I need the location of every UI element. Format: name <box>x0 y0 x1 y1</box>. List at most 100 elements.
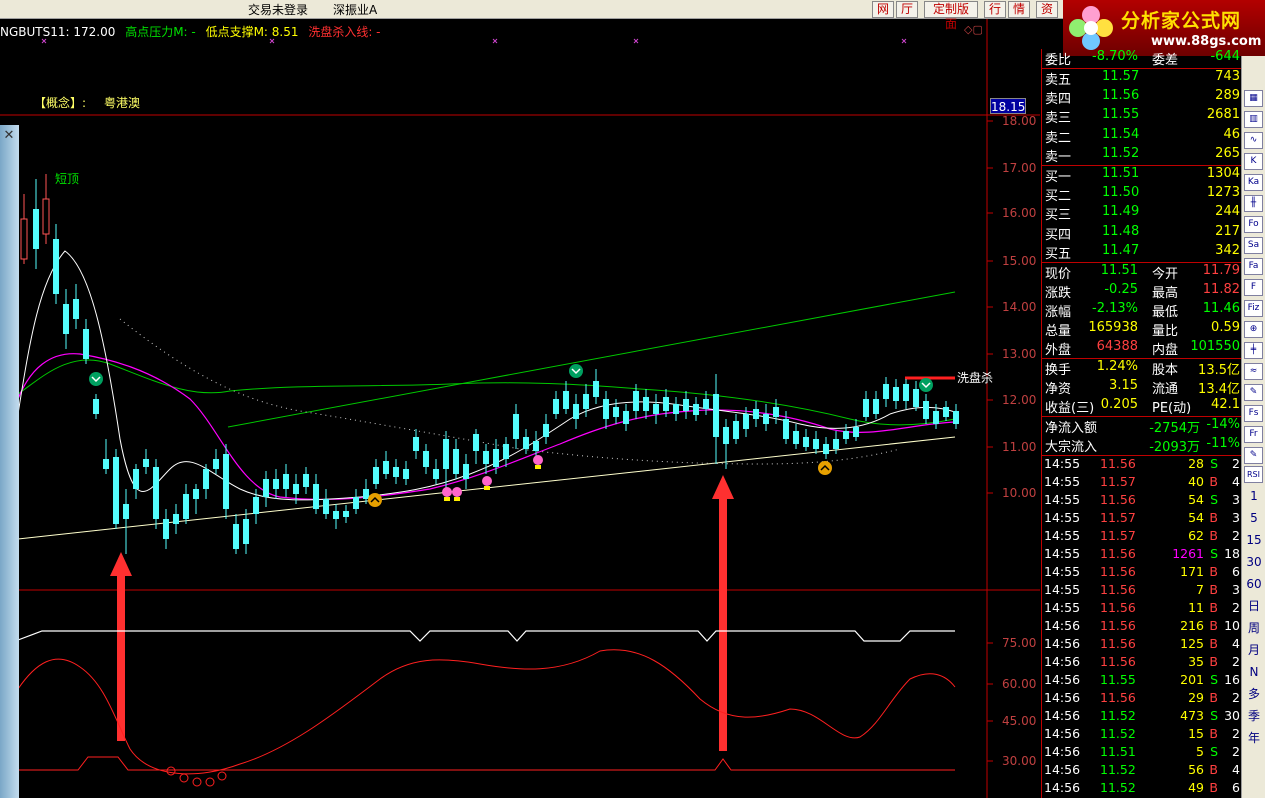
left-floating-panel[interactable]: ✕ <box>0 125 19 798</box>
candle-body <box>693 404 699 415</box>
period-多[interactable]: 多 <box>1242 684 1265 704</box>
order-quantity: 2681 <box>1206 107 1240 123</box>
web-button[interactable]: 网 <box>872 1 894 18</box>
candle-body <box>653 404 659 414</box>
flow-label: 大宗流入 <box>1045 440 1098 455</box>
candle-body <box>33 209 39 249</box>
candle-body <box>143 459 149 467</box>
chart-icon[interactable]: ▦ <box>1244 90 1263 107</box>
candle-body <box>563 391 569 409</box>
custom-layout-button[interactable]: 定制版面 <box>924 1 978 31</box>
tick-time: 14:55 <box>1044 474 1081 489</box>
period-月[interactable]: 月 <box>1242 640 1265 660</box>
ka-icon[interactable]: Ka <box>1244 174 1263 191</box>
tick-volume: 62 <box>1188 528 1204 543</box>
order-book-row: 卖五 11.57 743 <box>1042 69 1242 88</box>
candle-body <box>273 479 279 489</box>
order-book-row: 买五 11.47 342 <box>1042 243 1242 262</box>
flow-value: -2754万 <box>1149 421 1200 436</box>
period-15[interactable]: 15 <box>1242 530 1265 550</box>
fa-icon[interactable]: Fa <box>1244 258 1263 275</box>
price-axis-ticks <box>987 120 993 494</box>
k-icon[interactable]: K <box>1244 153 1263 170</box>
flower-marker-icon <box>452 487 462 497</box>
wave-icon[interactable]: ≈ <box>1244 363 1263 380</box>
kline-chart[interactable]: 短顶 洗盘杀 ◇▢ <box>0 19 1040 798</box>
period-30[interactable]: 30 <box>1242 552 1265 572</box>
quote-button-1[interactable]: 行 <box>984 1 1006 18</box>
tick-count: 4 <box>1232 474 1240 489</box>
fo-icon[interactable]: Fo <box>1244 216 1263 233</box>
tick-side: S <box>1210 708 1218 723</box>
logo-title: 分析家公式网 <box>1121 10 1242 32</box>
f-icon[interactable]: F <box>1244 279 1263 296</box>
fiz-icon[interactable]: Fiz <box>1244 300 1263 317</box>
tick-side: B <box>1209 636 1218 651</box>
upper-trend-line <box>227 291 956 428</box>
price-axis-label: 14.00 <box>1002 300 1037 314</box>
period-1[interactable]: 1 <box>1242 486 1265 506</box>
candle-body <box>433 469 439 479</box>
order-price: 11.52 <box>1102 145 1140 161</box>
close-icon[interactable]: ✕ <box>1 128 17 144</box>
tick-volume: 54 <box>1188 492 1204 507</box>
candle-body <box>473 434 479 451</box>
quote-label: 量比 <box>1152 324 1179 339</box>
sa-icon[interactable]: Sa <box>1244 237 1263 254</box>
rsi-button[interactable]: RSI <box>1244 466 1263 483</box>
candle-body <box>643 397 649 411</box>
flow-value: -2093万 <box>1149 440 1200 455</box>
candle-body <box>103 459 109 469</box>
tick-volume: 125 <box>1180 636 1204 651</box>
tick-price: 11.56 <box>1100 564 1136 579</box>
quote-value: 11.79 <box>1202 263 1240 278</box>
order-price: 11.55 <box>1102 107 1140 123</box>
quote-label: 内盘 <box>1152 343 1179 358</box>
period-N[interactable]: N <box>1242 662 1265 682</box>
indicator-axis-label: 60.00 <box>1002 677 1037 691</box>
fr-icon[interactable]: Fr <box>1244 426 1263 443</box>
quote-button-2[interactable]: 情 <box>1008 1 1030 18</box>
buy-signal-icon <box>919 378 933 392</box>
order-level-label: 买二 <box>1045 189 1072 205</box>
candle-body <box>573 404 579 419</box>
bar-icon[interactable]: ▥ <box>1244 111 1263 128</box>
pen2-icon[interactable]: ✎ <box>1244 447 1263 464</box>
tick-price: 11.56 <box>1100 546 1136 561</box>
quote-label: 外盘 <box>1045 343 1072 358</box>
tick-count: 2 <box>1232 726 1240 741</box>
order-quantity: 1304 <box>1206 166 1240 181</box>
quote-row: 总量 165938 量比 0.59 <box>1042 320 1242 339</box>
kline-icon[interactable]: ╪ <box>1244 342 1263 359</box>
line-icon[interactable]: ∿ <box>1244 132 1263 149</box>
period-60[interactable]: 60 <box>1242 574 1265 594</box>
candle-icon[interactable]: ╫ <box>1244 195 1263 212</box>
quote-label: 涨幅 <box>1045 305 1072 320</box>
tick-price: 11.56 <box>1100 456 1136 471</box>
period-年[interactable]: 年 <box>1242 728 1265 748</box>
candle-body <box>673 404 679 414</box>
tick-count: 3 <box>1232 492 1240 507</box>
login-status[interactable]: 交易未登录 <box>248 1 308 18</box>
fs-icon[interactable]: Fs <box>1244 405 1263 422</box>
candle-body <box>323 499 329 514</box>
hall-button[interactable]: 厅 <box>896 1 918 18</box>
quote-value: 165938 <box>1088 320 1138 335</box>
candle-body <box>483 451 489 464</box>
order-price: 11.47 <box>1102 242 1140 258</box>
period-周[interactable]: 周 <box>1242 618 1265 638</box>
flow-percent: -11% <box>1206 436 1240 451</box>
period-日[interactable]: 日 <box>1242 596 1265 616</box>
period-季[interactable]: 季 <box>1242 706 1265 726</box>
candle-body <box>703 399 709 409</box>
candle-body <box>933 411 939 424</box>
zoom-icon[interactable]: ⊕ <box>1244 321 1263 338</box>
pen-icon[interactable]: ✎ <box>1244 384 1263 401</box>
period-5[interactable]: 5 <box>1242 508 1265 528</box>
candle-body <box>803 437 809 447</box>
candle-body <box>83 329 89 359</box>
tick-volume: 40 <box>1188 474 1204 489</box>
info-button[interactable]: 资 <box>1036 1 1058 18</box>
order-quantity: 217 <box>1215 223 1240 239</box>
tick-volume: 54 <box>1188 510 1204 525</box>
